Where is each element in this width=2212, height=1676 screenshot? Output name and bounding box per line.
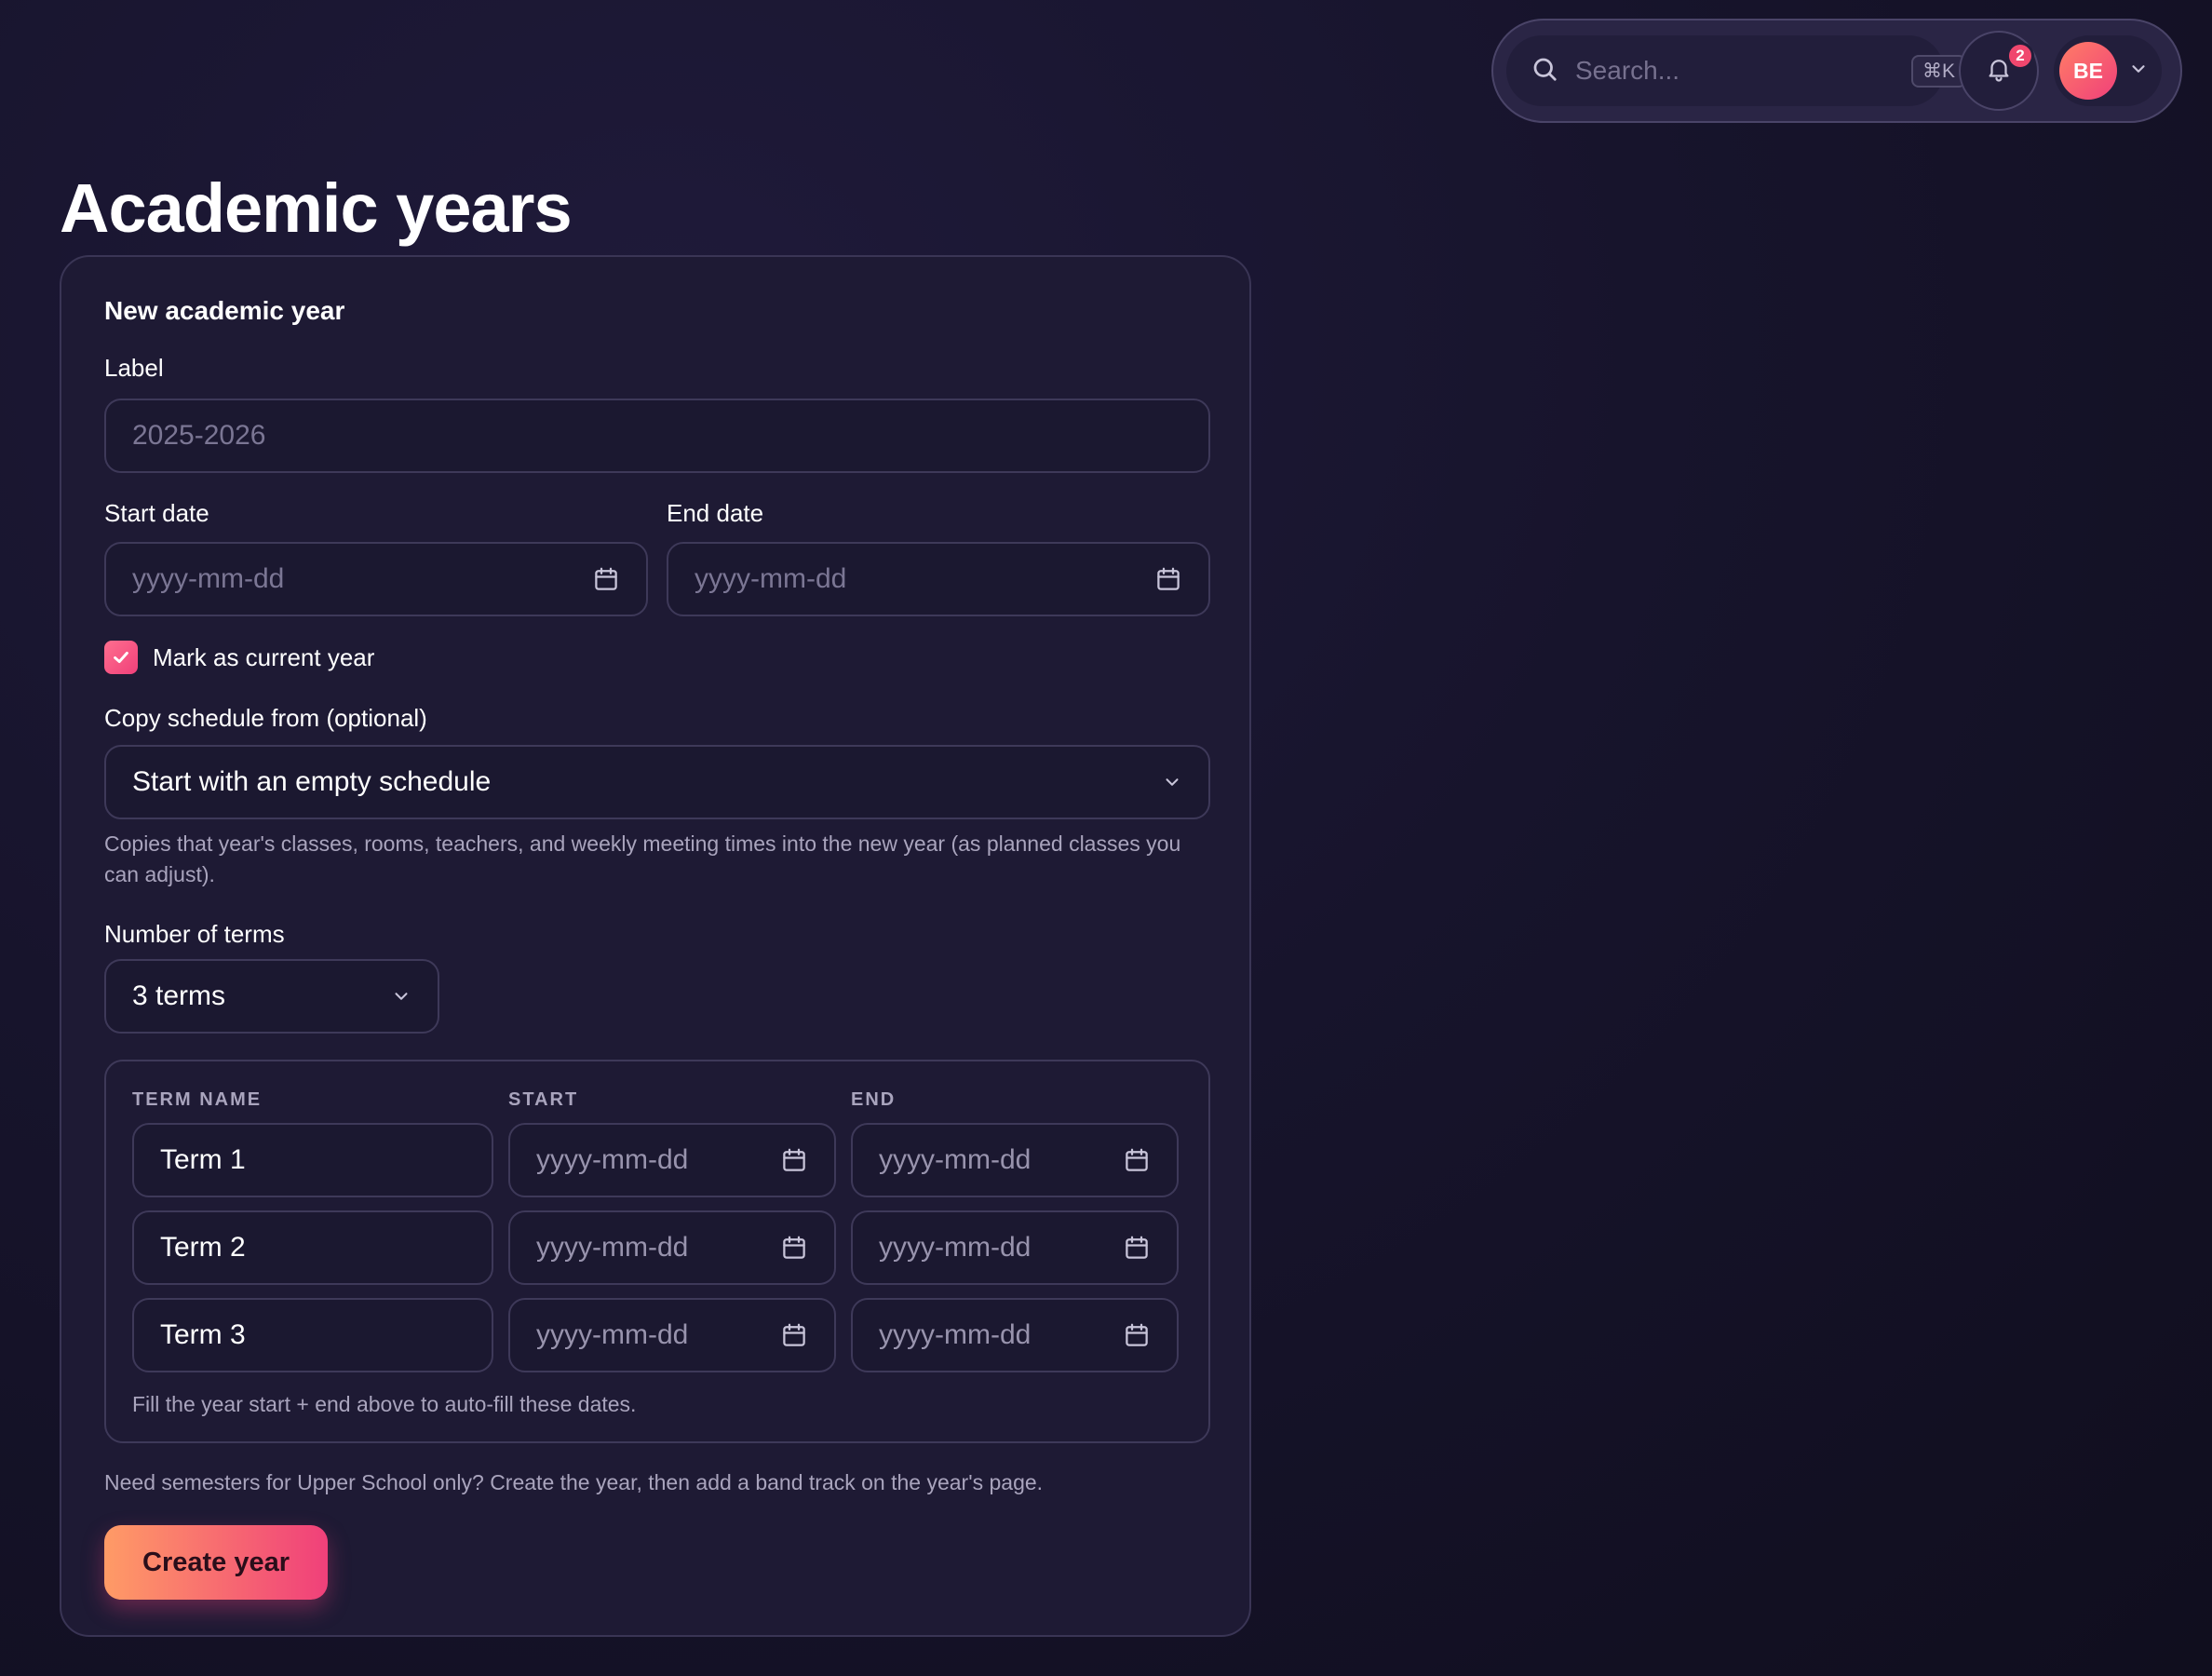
check-icon	[114, 651, 128, 664]
term-end-field[interactable]: yyyy-mm-dd	[851, 1123, 1179, 1197]
label-field-label: Label	[104, 354, 164, 382]
new-year-form-card: New academic year Label Start date End d…	[60, 255, 1251, 1637]
top-bar: ⌘K 2 BE	[1491, 19, 2182, 123]
end-date-input[interactable]	[695, 563, 1154, 595]
form-heading: New academic year	[104, 296, 345, 325]
create-year-button[interactable]: Create year	[104, 1525, 328, 1600]
term-start-field[interactable]: yyyy-mm-dd	[508, 1298, 836, 1372]
mark-current-label: Mark as current year	[153, 642, 375, 671]
search-icon	[1531, 55, 1558, 88]
term-end-placeholder: yyyy-mm-dd	[879, 1319, 1032, 1350]
calendar-icon[interactable]	[1123, 1321, 1151, 1349]
page-root: ⌘K 2 BE Academic years New academic year…	[0, 0, 2212, 1676]
start-date-input[interactable]	[132, 563, 592, 595]
calendar-icon[interactable]	[780, 1234, 808, 1262]
term-name-value: Term 3	[160, 1319, 246, 1350]
term-name-value: Term 2	[160, 1232, 246, 1263]
column-header-end: END	[851, 1089, 897, 1110]
end-date-label: End date	[667, 499, 764, 527]
start-date-label: Start date	[104, 499, 209, 527]
search-box[interactable]: ⌘K	[1506, 35, 1967, 106]
term-start-placeholder: yyyy-mm-dd	[536, 1144, 689, 1175]
term-end-placeholder: yyyy-mm-dd	[879, 1144, 1032, 1175]
number-of-terms-select[interactable]: 3 terms	[104, 959, 439, 1034]
semesters-note: Need semesters for Upper School only? Cr…	[104, 1470, 1044, 1494]
calendar-icon[interactable]	[1154, 565, 1182, 593]
calendar-icon[interactable]	[592, 565, 620, 593]
mark-current-row[interactable]: Mark as current year	[104, 641, 374, 674]
notification-count-badge: 2	[2006, 42, 2034, 70]
terms-helper: Fill the year start + end above to auto-…	[132, 1392, 637, 1416]
copy-schedule-select[interactable]: Start with an empty schedule	[104, 745, 1210, 819]
calendar-icon[interactable]	[1123, 1146, 1151, 1174]
term-end-field[interactable]: yyyy-mm-dd	[851, 1298, 1179, 1372]
number-of-terms-value: 3 terms	[132, 980, 226, 1011]
calendar-icon[interactable]	[1123, 1234, 1151, 1262]
chevron-down-icon	[391, 986, 411, 1007]
terms-table: TERM NAME START END Term 1 yyyy-mm-dd yy…	[104, 1060, 1210, 1443]
term-name-field[interactable]: Term 2	[132, 1210, 493, 1285]
term-start-placeholder: yyyy-mm-dd	[536, 1319, 689, 1350]
term-start-placeholder: yyyy-mm-dd	[536, 1232, 689, 1263]
term-end-field[interactable]: yyyy-mm-dd	[851, 1210, 1179, 1285]
term-start-field[interactable]: yyyy-mm-dd	[508, 1123, 836, 1197]
chevron-down-icon	[2117, 59, 2149, 84]
term-end-placeholder: yyyy-mm-dd	[879, 1232, 1032, 1263]
mark-current-checkbox[interactable]	[104, 641, 138, 674]
calendar-icon[interactable]	[780, 1146, 808, 1174]
notifications-button[interactable]: 2	[1959, 31, 2039, 111]
user-menu-button[interactable]: BE	[2054, 35, 2162, 106]
term-name-value: Term 1	[160, 1144, 246, 1175]
start-date-field[interactable]	[104, 542, 648, 616]
term-start-field[interactable]: yyyy-mm-dd	[508, 1210, 836, 1285]
chevron-down-icon	[1162, 772, 1182, 792]
copy-schedule-helper: Copies that year's classes, rooms, teach…	[104, 831, 1181, 886]
page-title: Academic years	[60, 169, 573, 247]
avatar: BE	[2059, 42, 2117, 100]
copy-schedule-label: Copy schedule from (optional)	[104, 704, 427, 732]
term-name-field[interactable]: Term 1	[132, 1123, 493, 1197]
label-field[interactable]	[104, 399, 1210, 473]
search-input[interactable]	[1575, 56, 1911, 86]
calendar-icon[interactable]	[780, 1321, 808, 1349]
column-header-start: START	[508, 1089, 579, 1110]
end-date-field[interactable]	[667, 542, 1210, 616]
term-name-field[interactable]: Term 3	[132, 1298, 493, 1372]
label-input[interactable]	[132, 420, 1182, 452]
column-header-term-name: TERM NAME	[132, 1089, 263, 1110]
copy-schedule-value: Start with an empty schedule	[132, 766, 492, 797]
number-of-terms-label: Number of terms	[104, 920, 285, 948]
